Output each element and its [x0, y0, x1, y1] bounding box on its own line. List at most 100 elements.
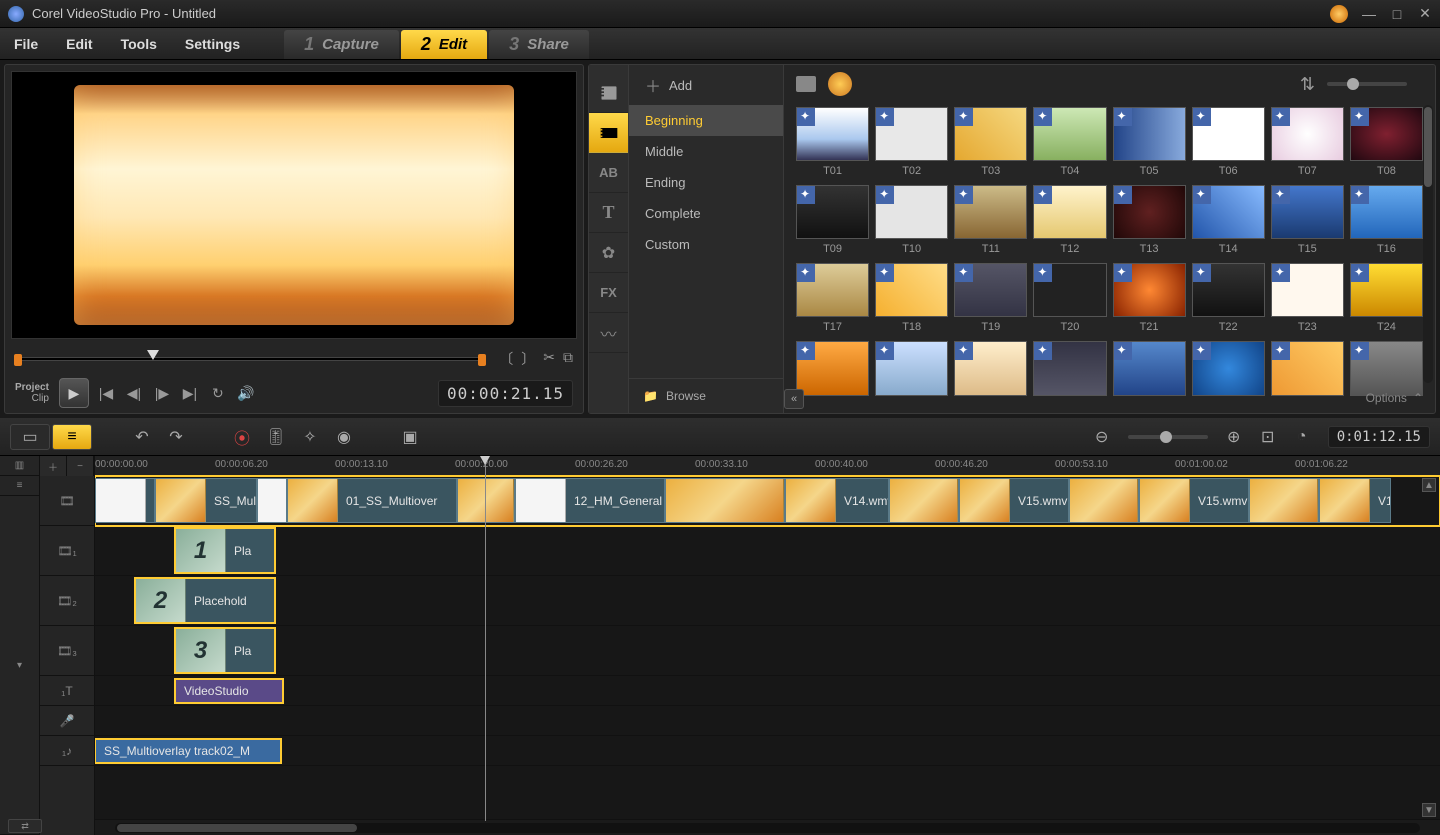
title-track[interactable]: VideoStudio: [95, 676, 1440, 706]
video-clip[interactable]: V14.wmv: [785, 478, 889, 523]
template-thumb[interactable]: [875, 341, 948, 399]
video-clip[interactable]: 01_SS_Multiover: [287, 478, 457, 523]
lib-add[interactable]: ＋Add: [629, 65, 783, 105]
track-head-video[interactable]: 🎞: [40, 476, 94, 526]
video-clip[interactable]: [457, 478, 515, 523]
tracks-list-button[interactable]: ≡: [0, 476, 39, 496]
video-clip[interactable]: V15.wmv: [1139, 478, 1249, 523]
repeat-button[interactable]: ↻: [207, 382, 229, 404]
template-thumb[interactable]: T23: [1271, 263, 1344, 333]
track-head-overlay1[interactable]: 🎞₁: [40, 526, 94, 576]
mark-out-button[interactable]: 〕: [521, 349, 535, 369]
lib-tab-path[interactable]: 〰: [589, 313, 628, 353]
timeline-hscroll[interactable]: [95, 819, 1440, 835]
lib-item-beginning[interactable]: Beginning: [629, 105, 783, 136]
video-clip[interactable]: 12_HM_General 11.w: [515, 478, 665, 523]
overlay-track-1[interactable]: 1Pla: [95, 526, 1440, 576]
lib-collapse-button[interactable]: «: [784, 389, 804, 409]
video-clip[interactable]: [1069, 478, 1139, 523]
template-thumb[interactable]: [1271, 341, 1344, 399]
welcome-icon[interactable]: [1330, 5, 1348, 23]
lib-tab-graphic[interactable]: ✿: [589, 233, 628, 273]
template-thumb[interactable]: T22: [1192, 263, 1265, 333]
end-button[interactable]: ▶|: [179, 382, 201, 404]
template-thumb[interactable]: [1192, 341, 1265, 399]
video-track[interactable]: SS_Multioverfac01_SS_Multiover 12_HM_Gene…: [95, 476, 1440, 526]
template-thumb[interactable]: T18: [875, 263, 948, 333]
title-clip[interactable]: VideoStudio: [175, 679, 283, 703]
lib-reel-icon[interactable]: [828, 72, 852, 96]
timeline-ruler[interactable]: 00:00:00.0000:00:06.2000:00:13.1000:00:2…: [95, 456, 1440, 476]
lib-browse[interactable]: 📁 Browse: [629, 378, 783, 413]
overlay-track-3[interactable]: 3Pla: [95, 626, 1440, 676]
template-thumb[interactable]: T06: [1192, 107, 1265, 177]
volume-button[interactable]: 🔊: [235, 382, 257, 404]
lib-tab-title[interactable]: T: [589, 193, 628, 233]
template-thumb[interactable]: T01: [796, 107, 869, 177]
template-thumb[interactable]: T08: [1350, 107, 1423, 177]
play-button[interactable]: ▶: [59, 378, 89, 408]
template-thumb[interactable]: [1033, 341, 1106, 399]
step-tab-share[interactable]: 3Share: [489, 30, 589, 59]
timeline-playhead[interactable]: [485, 456, 486, 821]
timeline-footer-button[interactable]: ⇄: [8, 819, 42, 833]
scrub-handle[interactable]: [147, 350, 159, 360]
template-thumb[interactable]: T20: [1033, 263, 1106, 333]
lib-folder-icon[interactable]: [796, 76, 816, 92]
menu-edit[interactable]: Edit: [52, 28, 106, 59]
video-clip[interactable]: V16.wmv: [1319, 478, 1391, 523]
video-clip[interactable]: [889, 478, 959, 523]
template-thumb[interactable]: T16: [1350, 185, 1423, 255]
video-clip[interactable]: [1249, 478, 1319, 523]
video-clip[interactable]: [665, 478, 785, 523]
zoom-in-button[interactable]: ⊕: [1218, 424, 1250, 450]
split-button[interactable]: ✂: [543, 349, 555, 369]
overlay3-clip[interactable]: 3Pla: [175, 628, 275, 673]
auto-music-button[interactable]: ✧: [294, 424, 326, 450]
track-head-overlay2[interactable]: 🎞₂: [40, 576, 94, 626]
template-thumb[interactable]: T11: [954, 185, 1027, 255]
template-thumb[interactable]: T19: [954, 263, 1027, 333]
template-thumb[interactable]: T07: [1271, 107, 1344, 177]
enlarge-button[interactable]: ⧉: [563, 349, 573, 369]
template-thumb[interactable]: T15: [1271, 185, 1344, 255]
maximize-button[interactable]: □: [1390, 7, 1404, 21]
record-button[interactable]: ⦿: [226, 424, 258, 450]
preview-viewport[interactable]: [11, 71, 577, 339]
overlay-track-2[interactable]: 2Placehold: [95, 576, 1440, 626]
template-thumb[interactable]: [796, 341, 869, 399]
video-clip[interactable]: fac: [257, 478, 287, 523]
video-clip[interactable]: SS_Multiover: [155, 478, 257, 523]
zoom-out-button[interactable]: ⊖: [1086, 424, 1118, 450]
overlay2-clip[interactable]: 2Placehold: [135, 578, 275, 623]
remove-marker-button[interactable]: −: [67, 456, 94, 476]
template-thumb[interactable]: T24: [1350, 263, 1423, 333]
timeline-view-button[interactable]: ≡: [52, 424, 92, 450]
minimize-button[interactable]: —: [1362, 7, 1376, 21]
template-thumb[interactable]: [954, 341, 1027, 399]
prev-frame-button[interactable]: ◀|: [123, 382, 145, 404]
lib-item-ending[interactable]: Ending: [629, 167, 783, 198]
music-track[interactable]: SS_Multioverlay track02_M: [95, 736, 1440, 766]
redo-button[interactable]: ↷: [160, 424, 192, 450]
track-head-title[interactable]: ₁T: [40, 676, 94, 706]
add-marker-button[interactable]: ＋: [40, 456, 67, 476]
step-tab-edit[interactable]: 2Edit: [401, 30, 487, 59]
template-thumb[interactable]: T03: [954, 107, 1027, 177]
lib-tab-filter[interactable]: FX: [589, 273, 628, 313]
template-thumb[interactable]: T04: [1033, 107, 1106, 177]
track-scroll-down[interactable]: ▼: [1422, 803, 1436, 817]
menu-settings[interactable]: Settings: [171, 28, 254, 59]
storyboard-view-button[interactable]: ▭: [10, 424, 50, 450]
lib-sort-button[interactable]: ⇅: [1300, 74, 1315, 95]
step-tab-capture[interactable]: 1Capture: [284, 30, 399, 59]
fit-project-button[interactable]: ⊡: [1252, 424, 1284, 450]
lib-item-custom[interactable]: Custom: [629, 229, 783, 260]
template-thumb[interactable]: T05: [1113, 107, 1186, 177]
subtitle-button[interactable]: ▣: [394, 424, 426, 450]
lib-scrollbar[interactable]: [1423, 105, 1433, 383]
template-thumb[interactable]: T09: [796, 185, 869, 255]
next-frame-button[interactable]: |▶: [151, 382, 173, 404]
close-button[interactable]: ✕: [1418, 7, 1432, 21]
lib-item-complete[interactable]: Complete: [629, 198, 783, 229]
